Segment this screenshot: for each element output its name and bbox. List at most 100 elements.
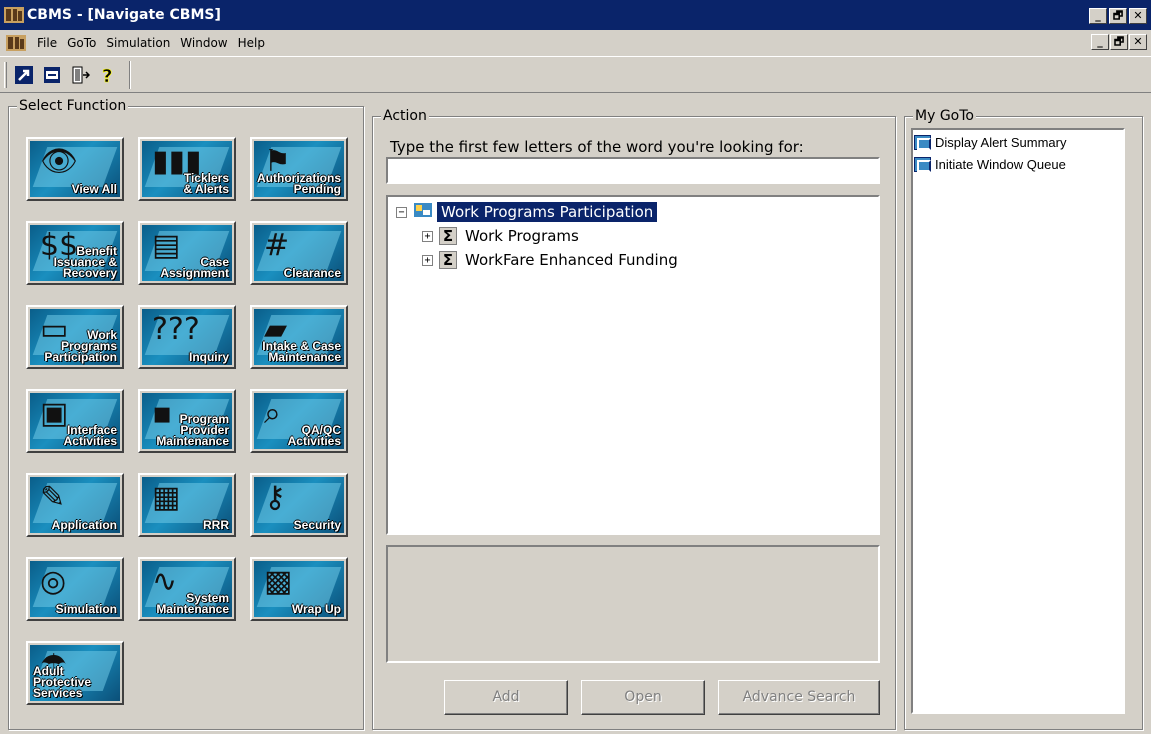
mdi-restore-button[interactable]: 🗗 (1110, 34, 1128, 50)
title-bar: CBMS - [Navigate CBMS] _ 🗗 ✕ (0, 0, 1151, 30)
function-button-system-maintenance[interactable]: ∿ System Maintenance (138, 557, 236, 621)
function-button-label: Program Provider Maintenance (156, 412, 229, 448)
menu-file[interactable]: File (37, 36, 57, 50)
window-icon[interactable] (41, 64, 63, 86)
maximize-button[interactable]: 🗗 (1109, 8, 1127, 24)
tree-node-root[interactable]: − Work Programs Participation (396, 201, 658, 223)
goto-item-display-alert-summary[interactable]: Display Alert Summary (914, 132, 1066, 152)
exit-icon[interactable] (69, 64, 91, 86)
my-goto-legend: My GoTo (913, 108, 976, 124)
function-button-label: Benefit Issuance & Recovery (53, 244, 117, 280)
tree-collapse-icon[interactable]: − (396, 206, 407, 218)
magnifier-icon: ⌕ (264, 396, 281, 431)
toolbar-grip[interactable] (4, 61, 7, 88)
window-title: CBMS - [Navigate CBMS] (27, 7, 221, 23)
menu-goto[interactable]: GoTo (67, 36, 96, 50)
mdi-minimize-button[interactable]: _ (1091, 34, 1109, 50)
function-button-inquiry[interactable]: ??? Inquiry (138, 305, 236, 369)
tree-label-work-programs[interactable]: Work Programs (465, 227, 579, 245)
function-button-wrap-up[interactable]: ▩ Wrap Up (250, 557, 348, 621)
function-tile: ⌕ QA/QC Activities (254, 393, 344, 449)
function-button-case-assignment[interactable]: ▤ Case Assignment (138, 221, 236, 285)
function-button-label: QA/QC Activities (287, 423, 341, 448)
function-button-security[interactable]: ⚷ Security (250, 473, 348, 537)
tree-label-root[interactable]: Work Programs Participation (437, 202, 658, 222)
function-button-ticklers-alerts[interactable]: ▮▮▮ Ticklers & Alerts (138, 137, 236, 201)
advance-search-button[interactable]: Advance Search (718, 680, 880, 715)
help-icon[interactable]: ? (97, 64, 119, 86)
action-legend: Action (381, 108, 429, 124)
function-button-label: RRR (203, 518, 229, 532)
navigate-icon[interactable] (13, 64, 35, 86)
function-button-clearance[interactable]: # Clearance (250, 221, 348, 285)
function-tile: ▮▮▮ Ticklers & Alerts (142, 141, 232, 197)
menu-help[interactable]: Help (238, 36, 265, 50)
function-tile: ∿ System Maintenance (142, 561, 232, 617)
function-button-label: Interface Activities (63, 423, 117, 448)
function-button-label: Wrap Up (291, 602, 341, 616)
function-tile: ☂ Adult Protective Services (30, 645, 120, 701)
function-button-authorizations-pending[interactable]: ⚑ Authorizations Pending (250, 137, 348, 201)
goto-window-icon (914, 134, 931, 150)
document-menu-icon[interactable] (5, 34, 27, 52)
open-button[interactable]: Open (581, 680, 705, 715)
function-tile: ▩ Wrap Up (254, 561, 344, 617)
eye-icon: 👁 (40, 144, 79, 179)
close-button[interactable]: ✕ (1129, 8, 1147, 24)
toolbar: ? (0, 56, 1151, 93)
tree-node-work-programs[interactable]: + Σ Work Programs (422, 225, 579, 247)
search-input[interactable] (386, 157, 880, 184)
function-button-interface-activities[interactable]: ▣ Interface Activities (26, 389, 124, 453)
function-button-label: Authorizations Pending (257, 171, 341, 196)
svg-text:?: ? (102, 66, 112, 85)
add-button[interactable]: Add (444, 680, 568, 715)
function-button-label: Work Programs Participation (44, 328, 117, 364)
function-tile: ◎ Simulation (30, 561, 120, 617)
app-icon (3, 5, 25, 25)
function-button-label: Inquiry (188, 350, 229, 364)
question-icon: ??? (152, 312, 200, 347)
function-tile: ⚷ Security (254, 477, 344, 533)
menu-simulation[interactable]: Simulation (106, 36, 170, 50)
tree-label-workfare[interactable]: WorkFare Enhanced Funding (465, 251, 678, 269)
search-prompt: Type the first few letters of the word y… (390, 138, 804, 156)
menu-window[interactable]: Window (180, 36, 227, 50)
function-tile: # Clearance (254, 225, 344, 281)
tree-node-workfare[interactable]: + Σ WorkFare Enhanced Funding (422, 249, 678, 271)
function-button-qa-qc-activities[interactable]: ⌕ QA/QC Activities (250, 389, 348, 453)
my-goto-list[interactable] (911, 128, 1125, 714)
function-tile: ▭ Work Programs Participation (30, 309, 120, 365)
menu-bar: File GoTo Simulation Window Help _ 🗗 ✕ (0, 30, 1151, 56)
function-tile: ??? Inquiry (142, 309, 232, 365)
function-button-adult-protective-services[interactable]: ☂ Adult Protective Services (26, 641, 124, 705)
function-tile: ▦ RRR (142, 477, 232, 533)
select-function-legend: Select Function (17, 98, 129, 114)
mdi-close-button[interactable]: ✕ (1129, 34, 1147, 50)
function-button-label: Simulation (55, 602, 117, 616)
tree-expand-icon[interactable]: + (422, 230, 433, 242)
description-panel (386, 545, 880, 663)
goto-item-label: Display Alert Summary (935, 134, 1067, 150)
function-button-label: Ticklers & Alerts (183, 171, 229, 196)
function-button-simulation[interactable]: ◎ Simulation (26, 557, 124, 621)
function-button-work-programs-participation[interactable]: ▭ Work Programs Participation (26, 305, 124, 369)
sigma-icon: Σ (439, 227, 457, 245)
function-button-application[interactable]: ✎ Application (26, 473, 124, 537)
action-tree[interactable]: − Work Programs Participation + Σ Work P… (386, 195, 880, 535)
tree-expand-icon[interactable]: + (422, 254, 433, 266)
gate-icon: # (264, 228, 290, 263)
toolbar-separator (129, 60, 131, 89)
goto-item-initiate-window-queue[interactable]: Initiate Window Queue (914, 154, 1066, 174)
function-button-view-all[interactable]: 👁 View All (26, 137, 124, 201)
function-button-label: Application (51, 518, 117, 532)
function-button-label: Clearance (283, 266, 341, 280)
function-tile: ▤ Case Assignment (142, 225, 232, 281)
root-node-icon (413, 201, 433, 223)
function-button-program-provider-maintenance[interactable]: ▪ Program Provider Maintenance (138, 389, 236, 453)
function-button-label: System Maintenance (156, 591, 229, 616)
function-button-rrr[interactable]: ▦ RRR (138, 473, 236, 537)
function-button-intake-case-maintenance[interactable]: ▰ Intake & Case Maintenance (250, 305, 348, 369)
minimize-button[interactable]: _ (1089, 8, 1107, 24)
function-tile: ✎ Application (30, 477, 120, 533)
function-button-benefit-issuance-recovery[interactable]: $$ Benefit Issuance & Recovery (26, 221, 124, 285)
